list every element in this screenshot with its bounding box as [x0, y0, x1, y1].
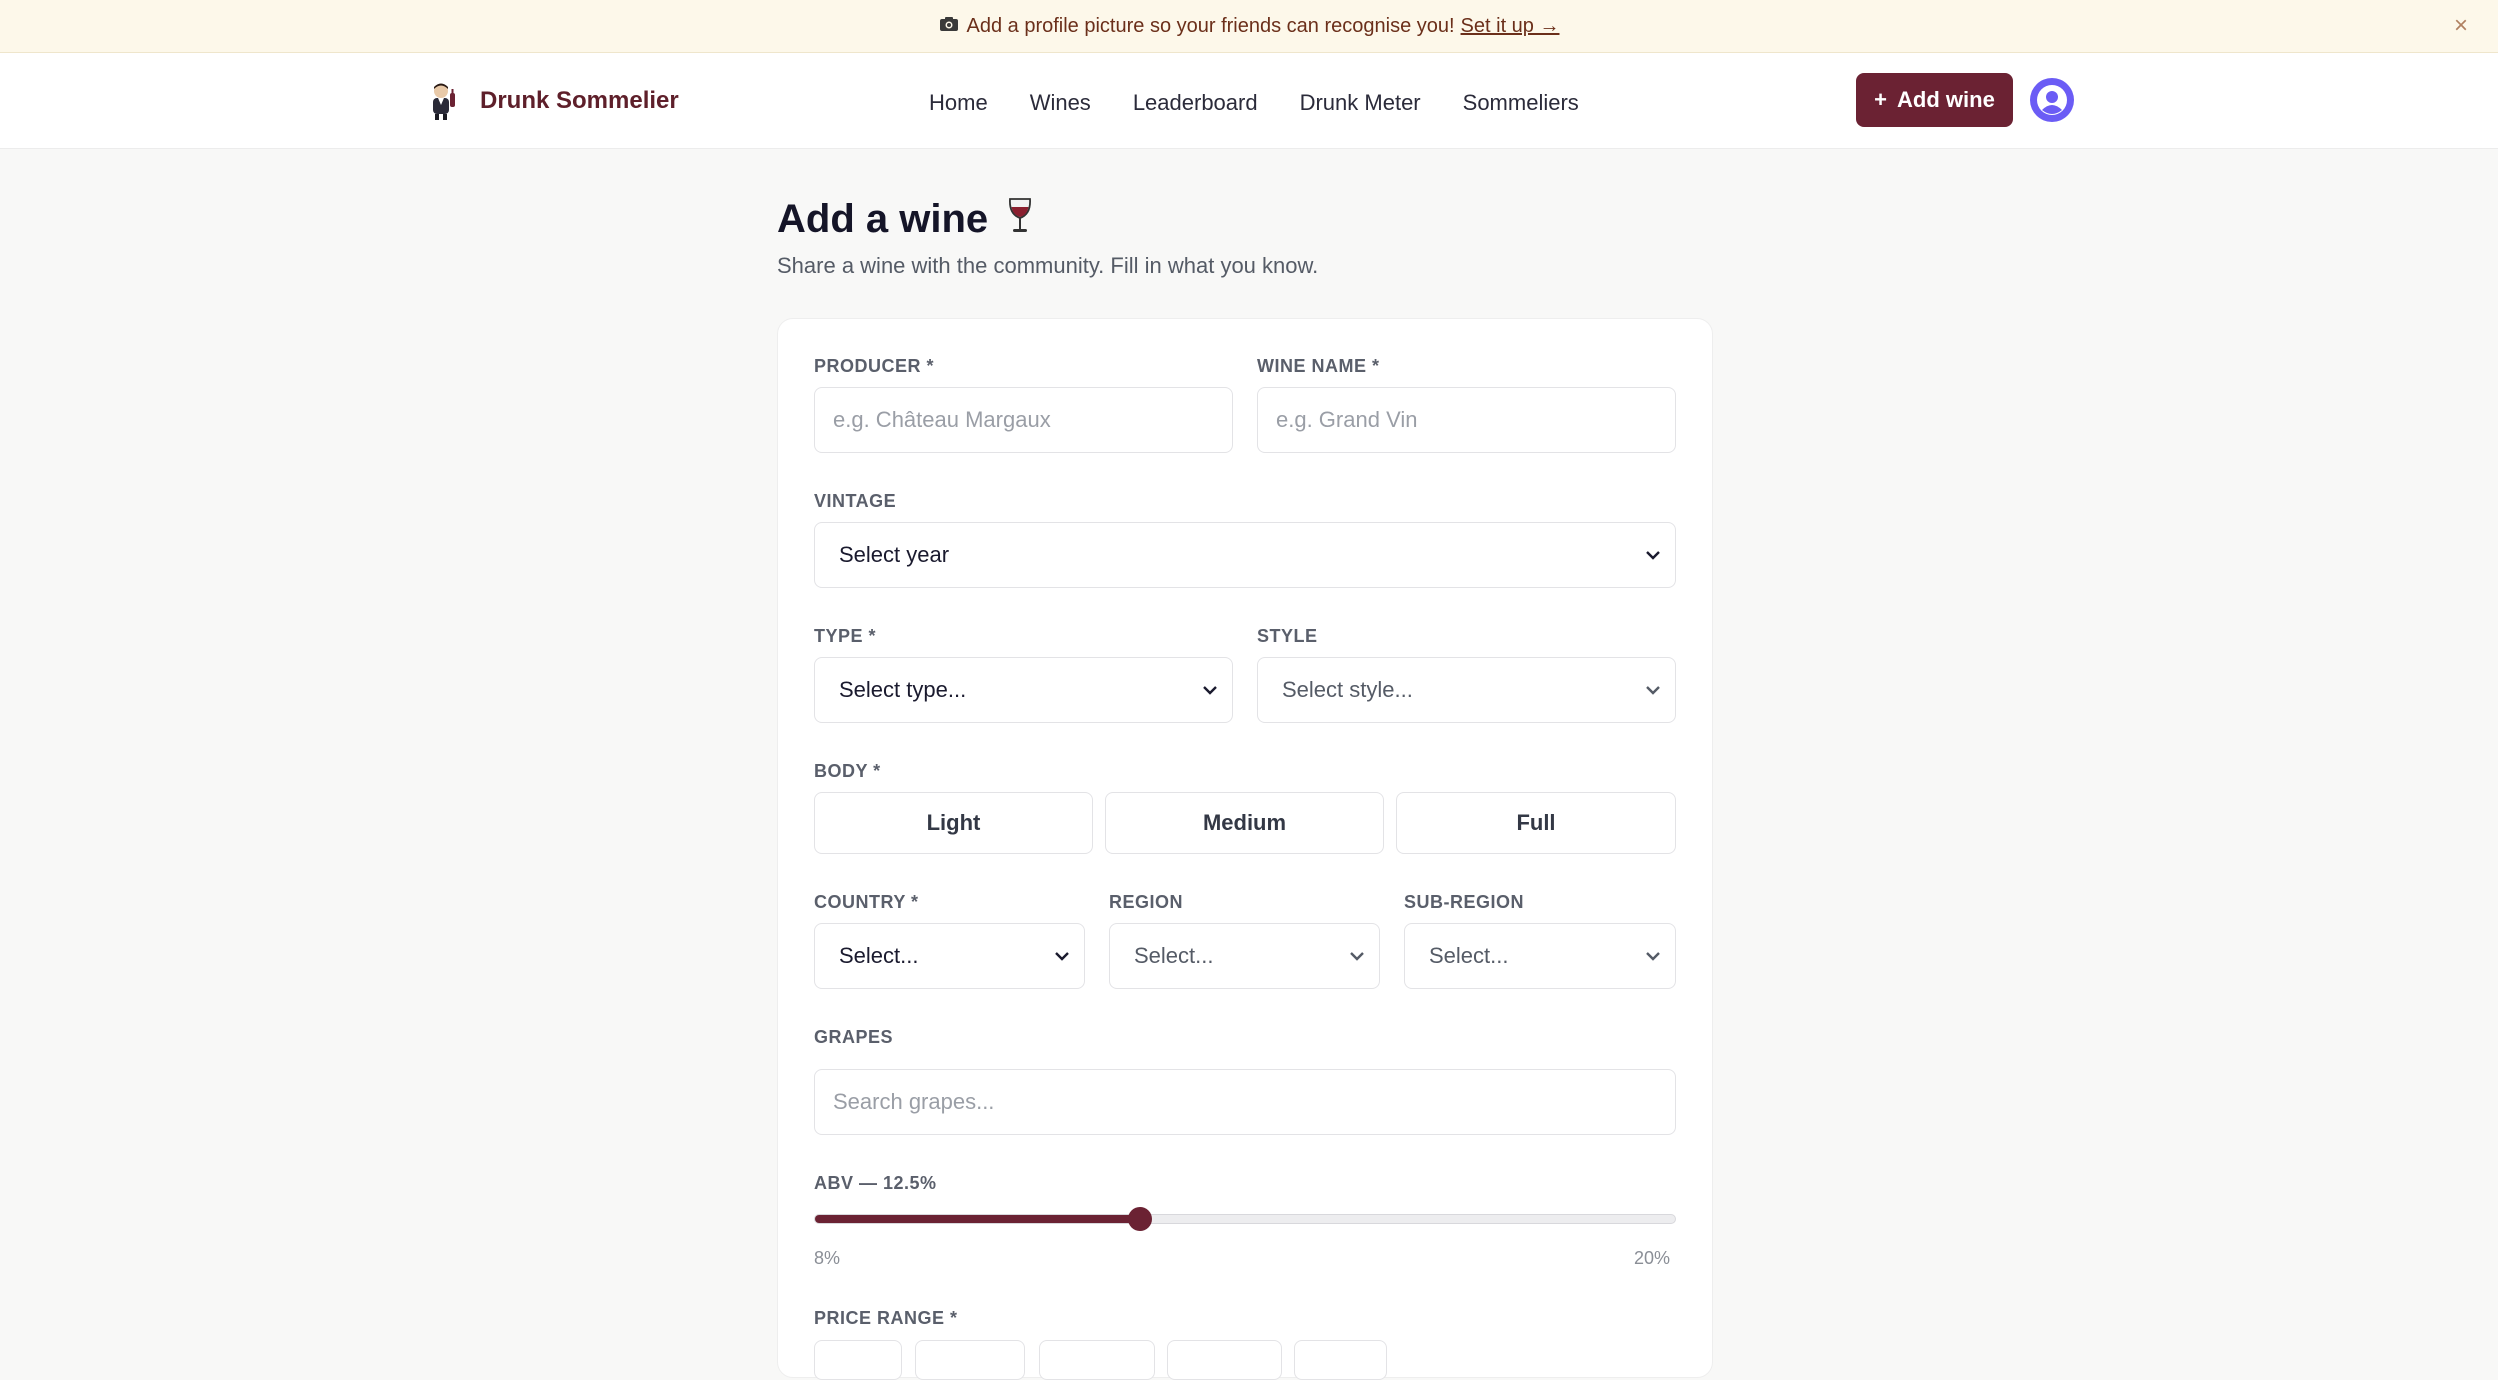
body-label: BODY * — [814, 761, 881, 781]
sommelier-logo-icon — [433, 83, 455, 120]
chevron-down-icon — [1646, 551, 1660, 560]
top-navbar: Drunk Sommelier Home Wines Leaderboard D… — [0, 53, 2498, 149]
user-icon — [2037, 85, 2067, 115]
abv-min-label: 8% — [814, 1248, 841, 1268]
price-option[interactable] — [1294, 1340, 1387, 1380]
profile-picture-banner: Add a profile picture so your friends ca… — [0, 0, 2498, 53]
region-select[interactable]: Select... — [1109, 923, 1380, 989]
camera-icon — [939, 15, 959, 38]
banner-close-icon[interactable]: × — [2454, 14, 2468, 38]
country-select[interactable]: Select... — [814, 923, 1085, 989]
sub-region-select[interactable]: Select... — [1404, 923, 1676, 989]
body-light-button[interactable]: Light — [814, 792, 1093, 854]
producer-input[interactable]: e.g. Château Margaux — [814, 387, 1233, 453]
body-medium-button[interactable]: Medium — [1105, 792, 1384, 854]
chevron-down-icon — [1203, 686, 1217, 695]
country-value: Select... — [839, 943, 919, 968]
page-title: Add a wine — [777, 196, 1035, 242]
abv-slider-fill — [815, 1215, 1142, 1223]
style-select[interactable]: Select style... — [1257, 657, 1676, 723]
grapes-label: GRAPES — [814, 1027, 894, 1047]
abv-label: ABV — 12.5% — [814, 1173, 937, 1193]
price-range-label: PRICE RANGE * — [814, 1308, 958, 1328]
plus-icon: + — [1874, 87, 1888, 112]
chevron-down-icon — [1646, 952, 1660, 961]
abv-max-label: 20% — [1634, 1248, 1671, 1268]
brand-name: Drunk Sommelier — [480, 87, 679, 114]
price-option[interactable] — [915, 1340, 1025, 1380]
nav-drunk-meter[interactable]: Drunk Meter — [1300, 90, 1421, 116]
page-subtitle: Share a wine with the community. Fill in… — [777, 253, 1319, 278]
nav-home[interactable]: Home — [929, 90, 988, 116]
region-value: Select... — [1134, 943, 1214, 968]
nav-wines[interactable]: Wines — [1030, 90, 1091, 116]
brand[interactable]: Drunk Sommelier — [424, 79, 679, 123]
style-value: Select style... — [1282, 677, 1413, 702]
body-full-button[interactable]: Full — [1396, 792, 1676, 854]
add-wine-button[interactable]: + Add wine — [1856, 73, 2013, 127]
price-option[interactable] — [1167, 1340, 1282, 1380]
type-select[interactable]: Select type... — [814, 657, 1233, 723]
producer-label: PRODUCER * — [814, 356, 935, 376]
region-label: REGION — [1109, 892, 1184, 912]
nav-leaderboard[interactable]: Leaderboard — [1133, 90, 1258, 116]
nav-sommeliers[interactable]: Sommeliers — [1463, 90, 1579, 116]
grapes-search-input[interactable]: Search grapes... — [814, 1069, 1676, 1135]
add-wine-label: Add wine — [1897, 87, 1995, 112]
price-option[interactable] — [1039, 1340, 1155, 1380]
vintage-value: Select year — [839, 542, 950, 567]
vintage-label: VINTAGE — [814, 491, 897, 511]
chevron-down-icon — [1055, 952, 1069, 961]
wine-name-input[interactable]: e.g. Grand Vin — [1257, 387, 1676, 453]
abv-slider-track[interactable] — [814, 1214, 1676, 1224]
main-nav: Home Wines Leaderboard Drunk Meter Somme… — [929, 83, 1579, 123]
type-value: Select type... — [839, 677, 967, 702]
type-label: TYPE * — [814, 626, 877, 646]
user-avatar[interactable] — [2030, 78, 2074, 122]
sub-region-label: SUB-REGION — [1404, 892, 1525, 912]
wine-glass-icon — [1009, 198, 1032, 232]
sub-region-value: Select... — [1429, 943, 1509, 968]
price-option[interactable] — [814, 1340, 902, 1380]
banner-text: Add a profile picture so your friends ca… — [966, 14, 1455, 37]
wine-name-label: WINE NAME * — [1257, 356, 1380, 376]
banner-setup-link[interactable]: Set it up → — [1461, 15, 1560, 38]
style-label: STYLE — [1257, 626, 1318, 646]
country-label: COUNTRY * — [814, 892, 919, 912]
vintage-select[interactable]: Select year — [814, 522, 1676, 588]
chevron-down-icon — [1350, 952, 1364, 961]
chevron-down-icon — [1646, 686, 1660, 695]
